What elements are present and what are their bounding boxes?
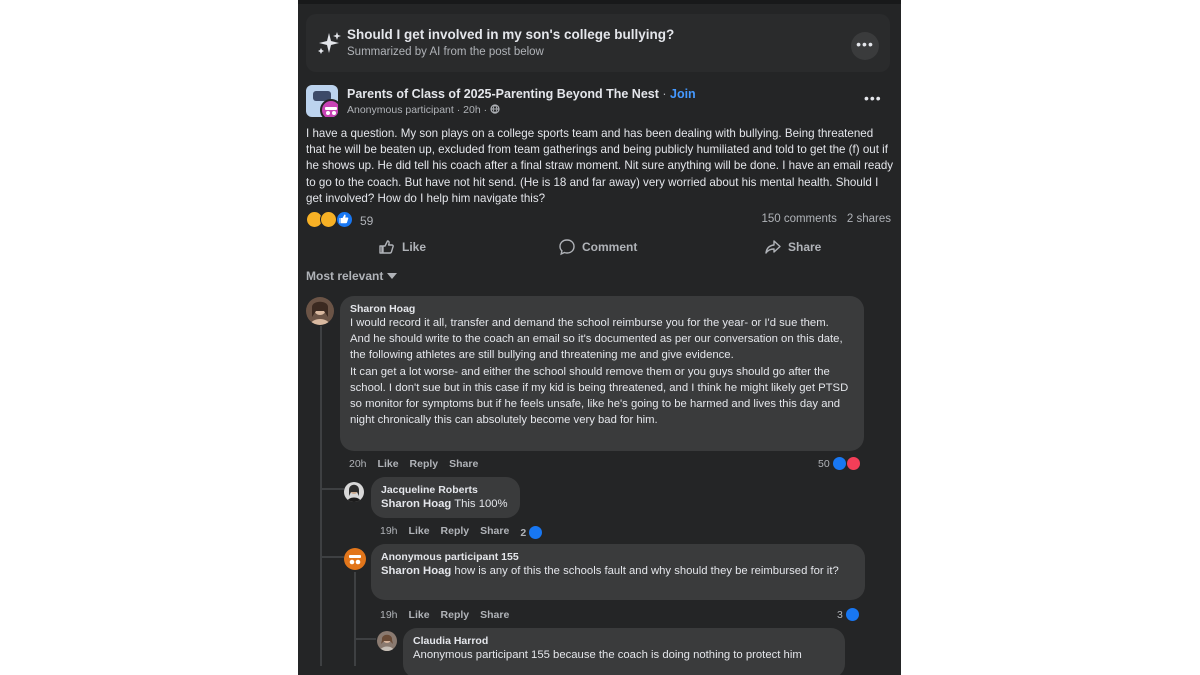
comment-author[interactable]: Sharon Hoag (350, 303, 854, 315)
comment-actions: 19h Like Reply Share 2 (380, 525, 544, 540)
sad-reaction-icon (320, 211, 337, 228)
comment-icon (559, 239, 575, 256)
comment-text: And he should write to the coach an emai… (350, 333, 843, 362)
thread-line (320, 326, 322, 666)
post-more-button[interactable]: ••• (864, 90, 882, 106)
love-reaction-icon (845, 456, 861, 471)
thread-connector (320, 488, 344, 490)
join-group-link[interactable]: Join (670, 87, 696, 101)
ai-summary-card[interactable]: Should I get involved in my son's colleg… (306, 14, 890, 72)
comment-time[interactable]: 19h (380, 609, 398, 621)
mention-link[interactable]: Sharon Hoag (381, 498, 451, 510)
thread-connector (320, 556, 344, 558)
avatar[interactable] (306, 297, 334, 325)
like-button[interactable]: Like (378, 236, 426, 258)
post-header: Parents of Class of 2025-Parenting Beyon… (347, 87, 696, 101)
comment-reactions[interactable]: 3 (837, 607, 860, 622)
like-label: Like (402, 240, 427, 254)
avatar[interactable] (377, 631, 397, 651)
comment-text-body: This 100% (451, 498, 508, 510)
comment-reaction-count: 50 (818, 457, 830, 470)
comment-reaction-count: 3 (837, 608, 843, 621)
anonymous-badge-icon (320, 99, 338, 117)
like-reaction-icon (336, 211, 353, 228)
anonymous-avatar-icon[interactable] (344, 548, 366, 570)
comment-time[interactable]: 19h (380, 525, 398, 540)
shares-count-link[interactable]: 2 shares (847, 213, 891, 225)
comment-bubble: Anonymous participant 155 Sharon Hoag ho… (371, 544, 865, 600)
comment-text-body: how is any of this the schools fault and… (451, 565, 839, 577)
comment-time[interactable]: 20h (349, 458, 367, 470)
thumbs-up-icon (379, 240, 394, 254)
comment-author[interactable]: Anonymous participant 155 (381, 551, 855, 563)
separator: · (658, 87, 670, 101)
caret-down-icon (387, 273, 398, 279)
comment-like-button[interactable]: Like (409, 609, 430, 621)
mention-link[interactable]: Sharon Hoag (381, 565, 451, 577)
group-name-link[interactable]: Parents of Class of 2025-Parenting Beyon… (347, 87, 659, 101)
post-body: I have a question. My son plays on a col… (306, 127, 894, 205)
meta-separator: · (453, 104, 464, 116)
comment-text: Sharon Hoag how is any of this the schoo… (381, 563, 855, 579)
facebook-post-panel: Should I get involved in my son's colleg… (298, 0, 901, 675)
post-meta: Anonymous participant · 20h · (347, 104, 500, 116)
like-reaction-icon (831, 456, 847, 471)
comment-reactions[interactable]: 50 (818, 456, 861, 471)
globe-icon (490, 104, 500, 114)
comment-share-button[interactable]: Share (480, 525, 509, 540)
sparkle-icon (318, 32, 341, 54)
comment-reaction-count: 2 (520, 526, 527, 539)
meta-separator-2: · (480, 104, 491, 116)
comment-share-button[interactable]: Share (480, 609, 509, 621)
comments-count-link[interactable]: 150 comments (761, 213, 836, 225)
share-button[interactable]: Share (764, 236, 821, 258)
post-actions: Like Comment Share (306, 236, 890, 260)
comment-text: Sharon Hoag This 100% (381, 496, 510, 512)
ai-summary-subtitle: Summarized by AI from the post below (347, 46, 544, 58)
ai-summary-more-button[interactable]: ••• (851, 32, 879, 60)
comment-text: It can get a lot worse- and either the s… (350, 365, 849, 427)
like-reaction-icon (528, 525, 544, 540)
thread-line (354, 572, 356, 666)
comment-like-button[interactable]: Like (409, 525, 430, 540)
comment-bubble: Sharon Hoag I would record it all, trans… (340, 296, 864, 451)
comment-like-button[interactable]: Like (378, 458, 399, 470)
share-label: Share (788, 240, 822, 254)
comment-label: Comment (582, 240, 638, 254)
reaction-count: 59 (360, 214, 374, 228)
comment-share-button[interactable]: Share (449, 458, 478, 470)
post-author[interactable]: Anonymous participant (347, 104, 454, 116)
group-avatar[interactable] (306, 85, 338, 117)
comment-actions: 20h Like Reply Share (349, 458, 478, 470)
sort-label: Most relevant (306, 269, 384, 283)
like-reaction-icon (844, 607, 860, 622)
comment-author[interactable]: Jacqueline Roberts (381, 484, 510, 496)
comment-reply-button[interactable]: Reply (441, 525, 470, 540)
post-time[interactable]: 20h (463, 104, 481, 116)
comment-author[interactable]: Claudia Harrod (413, 635, 835, 647)
comment-text: Anonymous participant 155 because the co… (413, 649, 802, 661)
comment-bubble: Jacqueline Roberts Sharon Hoag This 100% (371, 477, 520, 518)
share-icon (765, 240, 781, 254)
comment-reply-button[interactable]: Reply (441, 609, 470, 621)
ai-summary-title: Should I get involved in my son's colleg… (347, 27, 675, 42)
comment-reactions[interactable]: 2 (520, 525, 544, 540)
avatar[interactable] (344, 482, 364, 502)
thread-connector (354, 638, 376, 640)
comment-reply-button[interactable]: Reply (410, 458, 439, 470)
comment-sort-dropdown[interactable]: Most relevant (306, 269, 398, 283)
comment-button[interactable]: Comment (558, 236, 637, 258)
comment-bubble: Claudia Harrod Anonymous participant 155… (403, 628, 845, 675)
comment-actions: 19h Like Reply Share (380, 609, 509, 621)
post-stats: 150 comments 2 shares (761, 213, 891, 225)
comment-text: I would record it all, transfer and dema… (350, 317, 829, 329)
